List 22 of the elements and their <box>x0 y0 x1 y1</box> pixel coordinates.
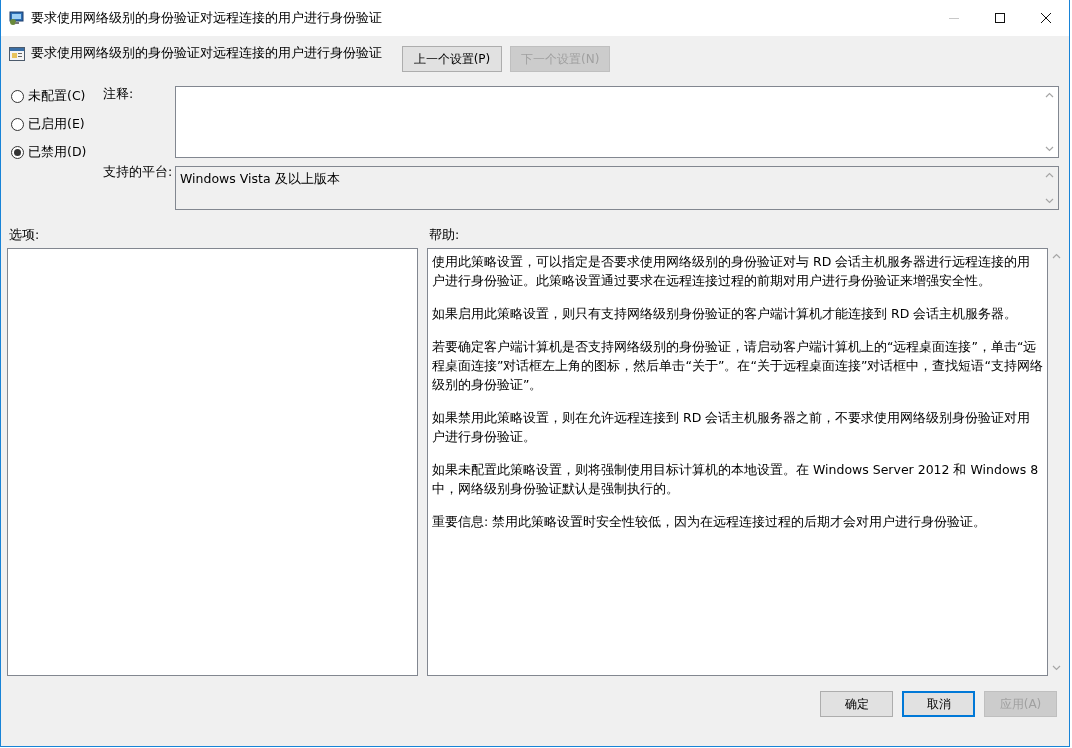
help-paragraph: 如果未配置此策略设置，则将强制使用目标计算机的本地设置。在 Windows Server 2012 和 Windows 8 中，网络级别身份验证默认是强制执行的。 <box>432 461 1040 498</box>
radio-option[interactable]: 已启用(E) <box>11 116 85 133</box>
cancel-button[interactable]: 取消 <box>902 691 975 717</box>
help-paragraph: 如果禁用此策略设置，则在允许远程连接到 RD 会话主机服务器之前，不要求使用网络级别身份验证对用户进行身份验证。 <box>432 409 1032 446</box>
radio-label: 未配置(C) <box>28 88 86 105</box>
window-title: 要求使用网络级别的身份验证对远程连接的用户进行身份验证 <box>31 9 383 27</box>
ok-button[interactable]: 确定 <box>820 691 893 717</box>
setting-title: 要求使用网络级别的身份验证对远程连接的用户进行身份验证 <box>31 46 382 60</box>
help-paragraph: 使用此策略设置，可以指定是否要求使用网络级别的身份验证对与 RD 会话主机服务器进行远程连接的用户进行身份验证。此策略设置通过要求在远程连接过程的前期对用户进行身份验证来增强安全性。 <box>432 253 1032 290</box>
radio-option[interactable]: 已禁用(D) <box>11 144 87 161</box>
help-paragraph: 重要信息: 禁用此策略设置时安全性较低，因为在远程连接过程的后期才会对用户进行身份验证。 <box>432 513 988 531</box>
comment-label: 注释: <box>103 86 135 103</box>
help-paragraph: 若要确定客户端计算机是否支持网络级别的身份验证，请启动客户端计算机上的“远程桌面连接”，单击“远程桌面连接”对话框左上角的图标，然后单击“关于”。在“关于远程桌面连接”对话框中，查找短语“支持网络级别的身份验证”。 <box>432 338 1043 394</box>
previous-setting-button[interactable]: 上一个设置(P) <box>402 46 502 72</box>
radio-label: 已启用(E) <box>28 116 85 133</box>
platform-value: Windows Vista 及以上版本 <box>179 170 341 188</box>
radio-option[interactable]: 未配置(C) <box>11 88 86 105</box>
options-label: 选项: <box>9 227 41 240</box>
platform-label: 支持的平台: <box>103 164 174 181</box>
help-paragraph: 如果启用此策略设置，则只有支持网络级别身份验证的客户端计算机才能连接到 RD 会话主机服务器。 <box>432 305 1019 323</box>
radio-label: 已禁用(D) <box>28 144 87 161</box>
help-label: 帮助: <box>429 227 460 240</box>
